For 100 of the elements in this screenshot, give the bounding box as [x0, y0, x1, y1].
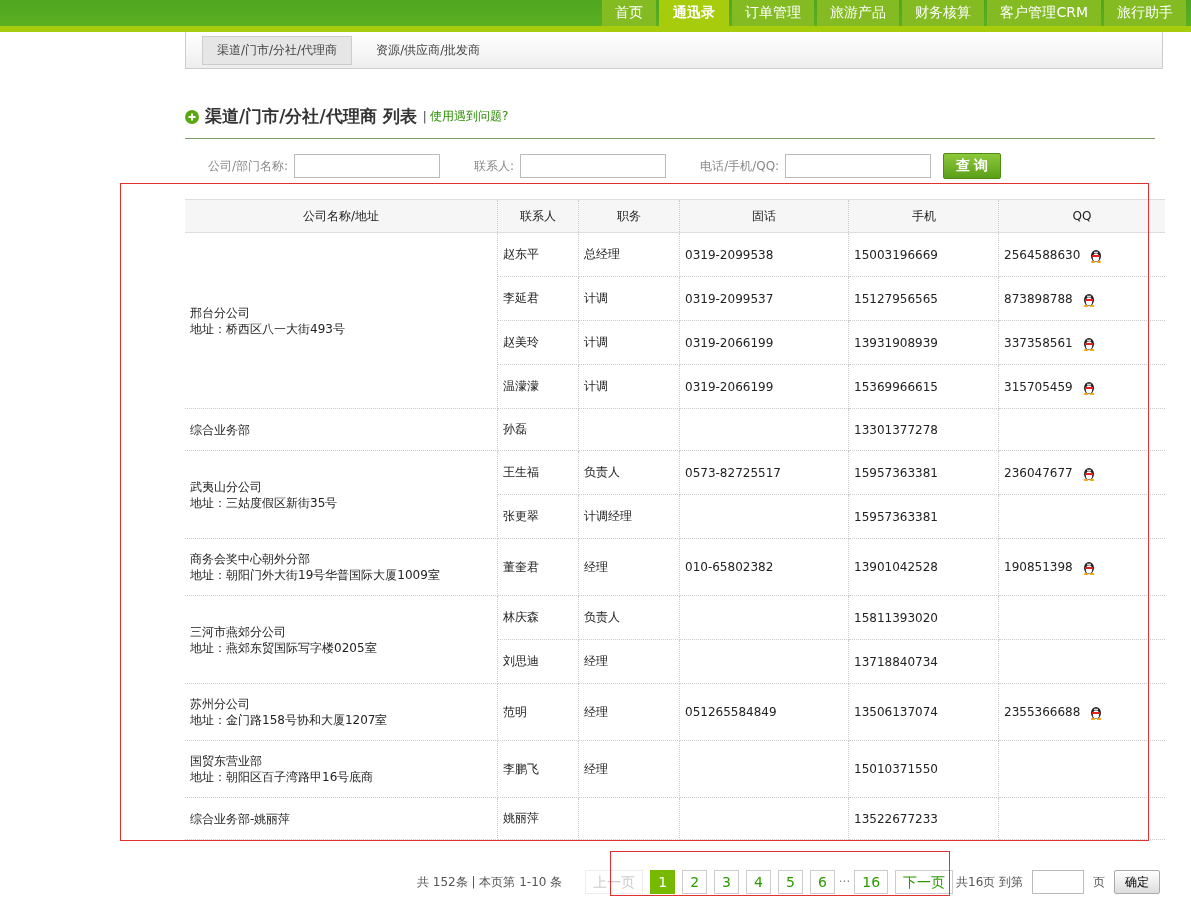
phone-number: 0319-2099537: [685, 291, 774, 306]
job-title: 经理: [584, 704, 608, 719]
mobile-number: 15811393020: [854, 610, 938, 625]
column-header: QQ: [998, 199, 1165, 233]
record-summary: 共 152条 | 本页第 1-10 条: [417, 873, 563, 891]
nav-tab[interactable]: 旅游产品: [817, 0, 900, 26]
nav-tab[interactable]: 客户管理CRM: [987, 0, 1101, 26]
company-name: 综合业务部-姚丽萍: [190, 810, 292, 827]
contact-name: 温濛濛: [503, 379, 539, 393]
mobile-number: 13931908939: [854, 335, 938, 350]
mobile-number: 13718840734: [854, 654, 938, 669]
company-name: 国贸东营业部: [190, 753, 263, 769]
page-button[interactable]: 4: [746, 870, 771, 894]
qq-number: 190851398: [1004, 560, 1073, 574]
contact-name: 林庆森: [503, 610, 539, 624]
subtab[interactable]: 资源/供应商/批发商: [362, 36, 495, 64]
job-title: 计调: [584, 335, 608, 349]
company-name: 商务会奖中心朝外分部: [190, 551, 311, 567]
contact-name: 赵美玲: [503, 335, 539, 349]
page-button[interactable]: 2: [682, 870, 708, 894]
phone-number: 0573-82725517: [685, 465, 781, 480]
phone-number: 051265584849: [685, 705, 777, 719]
plus-icon: [185, 109, 199, 124]
company-address: 地址：朝阳门外大街19号华普国际大厦1009室: [190, 567, 441, 583]
page-unit: 页: [1093, 873, 1106, 891]
phone-number: 010-65802382: [685, 560, 774, 574]
page-input[interactable]: [1032, 870, 1085, 894]
job-title: 经理: [584, 761, 608, 776]
qq-number: 337358561: [1004, 335, 1073, 350]
job-title: 负责人: [584, 465, 620, 479]
contact-name: 王生福: [503, 465, 539, 479]
company-name: 苏州分公司: [190, 696, 251, 712]
field-label: 电话/手机/QQ:: [700, 157, 780, 175]
nav-tab[interactable]: 订单管理: [732, 0, 815, 26]
phone-number: 0319-2099538: [685, 247, 774, 262]
contact-name: 姚丽萍: [503, 811, 539, 825]
contact-name: 赵东平: [503, 247, 539, 261]
mobile-number: 15010371550: [854, 762, 938, 776]
company-address: 地址：燕郊东贸国际写字楼0205室: [190, 639, 378, 656]
page-button[interactable]: 3: [714, 870, 740, 894]
mobile-number: 13901042528: [854, 560, 938, 574]
company-address: 地址：朝阳区百子湾路甲16号底商: [190, 769, 375, 785]
field-label: 公司/部门名称:: [208, 157, 289, 175]
contact-name: 范明: [503, 704, 527, 719]
nav-tab[interactable]: 旅行助手: [1104, 0, 1186, 26]
separator: |: [422, 109, 427, 124]
contact-name: 李鹏飞: [503, 761, 539, 776]
contact-name: 李延君: [503, 291, 539, 305]
company-address: 地址：三姑度假区新街35号: [190, 494, 339, 511]
subtab[interactable]: 渠道/门市/分社/代理商: [202, 35, 353, 65]
mobile-number: 15003196669: [854, 247, 938, 262]
page-button[interactable]: 6: [809, 870, 835, 894]
company-address: 地址：桥西区八一大街493号: [190, 320, 346, 337]
ellipsis: ···: [838, 875, 851, 889]
nav-tab[interactable]: 财务核算: [902, 0, 985, 26]
qq-number: 236047677: [1004, 465, 1073, 480]
mobile-number: 15957363381: [854, 509, 938, 524]
mobile-number: 13522677233: [854, 811, 938, 826]
column-header: 手机: [848, 199, 999, 233]
go-button[interactable]: 确定: [1114, 870, 1161, 894]
company-name: 邢台分公司: [190, 304, 251, 321]
contact-name: 孙磊: [503, 422, 527, 436]
input-field[interactable]: [294, 154, 441, 178]
input-field[interactable]: [520, 154, 667, 178]
page-button[interactable]: 1: [650, 870, 676, 894]
page-title: 渠道/门市/分社/代理商 列表: [205, 105, 417, 128]
company-name: 三河市燕郊分公司: [190, 623, 287, 640]
help-link[interactable]: 使用遇到问题?: [429, 108, 509, 125]
job-title: 经理: [584, 559, 608, 574]
phone-number: 0319-2066199: [685, 379, 774, 394]
qq-number: 873898788: [1004, 291, 1073, 306]
job-title: 计调经理: [584, 509, 632, 523]
company-name: 综合业务部: [190, 421, 251, 438]
input-field[interactable]: [785, 154, 932, 178]
mobile-number: 15127956565: [854, 291, 938, 306]
column-header: 联系人: [497, 199, 579, 233]
job-title: 总经理: [584, 247, 620, 261]
column-header: 公司名称/地址: [185, 199, 498, 233]
phone-number: 0319-2066199: [685, 335, 774, 350]
mobile-number: 13506137074: [854, 705, 938, 719]
contact-name: 张更翠: [503, 509, 539, 523]
nav-tab[interactable]: 通迅录: [659, 0, 730, 26]
column-header: 职务: [578, 199, 680, 233]
mobile-number: 13301377278: [854, 422, 938, 437]
job-title: 负责人: [584, 610, 620, 624]
contact-name: 董奎君: [503, 559, 539, 574]
page-button[interactable]: 5: [777, 870, 803, 894]
contact-name: 刘思迪: [503, 654, 539, 668]
company-name: 武夷山分公司: [190, 478, 263, 495]
job-title: 计调: [584, 291, 608, 305]
qq-number: 315705459: [1004, 379, 1073, 394]
page-total: 共16页 到第: [956, 873, 1024, 891]
page-button[interactable]: 16: [854, 870, 889, 894]
next-page-button[interactable]: 下一页: [895, 870, 954, 894]
search-button[interactable]: 查 询: [943, 153, 1002, 179]
job-title: 经理: [584, 654, 608, 668]
company-address: 地址：金门路158号协和大厦1207室: [190, 712, 389, 728]
nav-tab[interactable]: 首页: [602, 0, 657, 26]
mobile-number: 15957363381: [854, 465, 938, 480]
qq-number: 2355366688: [1004, 705, 1081, 719]
